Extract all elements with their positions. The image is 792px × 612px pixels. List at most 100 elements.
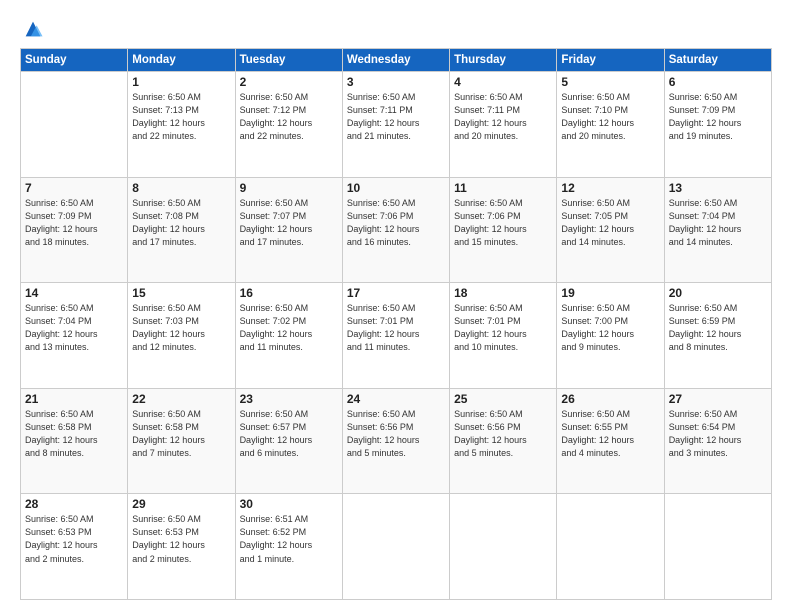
calendar-cell: 20 Sunrise: 6:50 AMSunset: 6:59 PMDayligh… [664,283,771,389]
day-number: 17 [347,286,445,300]
calendar-cell: 11 Sunrise: 6:50 AMSunset: 7:06 PMDayligh… [450,177,557,283]
calendar-cell: 29 Sunrise: 6:50 AMSunset: 6:53 PMDayligh… [128,494,235,600]
calendar-cell: 21 Sunrise: 6:50 AMSunset: 6:58 PMDayligh… [21,388,128,494]
day-number: 9 [240,181,338,195]
day-number: 11 [454,181,552,195]
day-info: Sunrise: 6:50 AMSunset: 7:03 PMDaylight:… [132,302,230,354]
day-number: 13 [669,181,767,195]
day-number: 22 [132,392,230,406]
calendar-cell: 18 Sunrise: 6:50 AMSunset: 7:01 PMDayligh… [450,283,557,389]
day-number: 7 [25,181,123,195]
calendar-cell: 7 Sunrise: 6:50 AMSunset: 7:09 PMDaylight… [21,177,128,283]
calendar-cell: 23Sunrise: 6:50 AMSunset: 6:57 PMDayligh… [235,388,342,494]
day-of-week-friday: Friday [557,49,664,72]
day-number: 14 [25,286,123,300]
day-info: Sunrise: 6:50 AMSunset: 6:59 PMDaylight:… [669,302,767,354]
day-info: Sunrise: 6:50 AMSunset: 7:09 PMDaylight:… [669,91,767,143]
day-number: 21 [25,392,123,406]
calendar-cell: 17 Sunrise: 6:50 AMSunset: 7:01 PMDayligh… [342,283,449,389]
day-number: 18 [454,286,552,300]
day-info: Sunrise: 6:50 AMSunset: 6:53 PMDaylight:… [132,513,230,565]
calendar-cell [21,72,128,178]
day-number: 29 [132,497,230,511]
calendar-week-1: 1Sunrise: 6:50 AMSunset: 7:13 PMDaylight… [21,72,772,178]
calendar-week-4: 21 Sunrise: 6:50 AMSunset: 6:58 PMDayligh… [21,388,772,494]
calendar-cell: 2Sunrise: 6:50 AMSunset: 7:12 PMDaylight… [235,72,342,178]
day-number: 4 [454,75,552,89]
day-info: Sunrise: 6:50 AMSunset: 7:02 PMDaylight:… [240,302,338,354]
day-info: Sunrise: 6:50 AMSunset: 7:01 PMDaylight:… [347,302,445,354]
day-info: Sunrise: 6:50 AMSunset: 7:05 PMDaylight:… [561,197,659,249]
day-number: 19 [561,286,659,300]
day-info: Sunrise: 6:50 AMSunset: 7:04 PMDaylight:… [25,302,123,354]
calendar-week-5: 28Sunrise: 6:50 AMSunset: 6:53 PMDayligh… [21,494,772,600]
day-info: Sunrise: 6:50 AMSunset: 6:58 PMDaylight:… [132,408,230,460]
calendar-cell: 30 Sunrise: 6:51 AMSunset: 6:52 PMDayligh… [235,494,342,600]
header [20,18,772,40]
day-info: Sunrise: 6:50 AMSunset: 7:11 PMDaylight:… [347,91,445,143]
day-of-week-saturday: Saturday [664,49,771,72]
day-info: Sunrise: 6:50 AMSunset: 7:11 PMDaylight:… [454,91,552,143]
day-number: 23 [240,392,338,406]
day-number: 25 [454,392,552,406]
day-number: 3 [347,75,445,89]
day-info: Sunrise: 6:50 AMSunset: 7:06 PMDaylight:… [454,197,552,249]
calendar-cell [450,494,557,600]
day-info: Sunrise: 6:50 AMSunset: 7:04 PMDaylight:… [669,197,767,249]
logo [20,22,44,40]
day-info: Sunrise: 6:50 AMSunset: 7:00 PMDaylight:… [561,302,659,354]
calendar-cell: 9 Sunrise: 6:50 AMSunset: 7:07 PMDaylight… [235,177,342,283]
day-number: 5 [561,75,659,89]
day-info: Sunrise: 6:50 AMSunset: 6:53 PMDaylight:… [25,513,123,565]
day-number: 20 [669,286,767,300]
day-of-week-tuesday: Tuesday [235,49,342,72]
calendar-week-2: 7 Sunrise: 6:50 AMSunset: 7:09 PMDaylight… [21,177,772,283]
day-number: 24 [347,392,445,406]
calendar-cell: 1Sunrise: 6:50 AMSunset: 7:13 PMDaylight… [128,72,235,178]
calendar-cell: 22 Sunrise: 6:50 AMSunset: 6:58 PMDayligh… [128,388,235,494]
calendar-header-row: SundayMondayTuesdayWednesdayThursdayFrid… [21,49,772,72]
day-info: Sunrise: 6:50 AMSunset: 7:01 PMDaylight:… [454,302,552,354]
day-info: Sunrise: 6:51 AMSunset: 6:52 PMDaylight:… [240,513,338,565]
day-number: 8 [132,181,230,195]
day-of-week-thursday: Thursday [450,49,557,72]
calendar-cell: 4 Sunrise: 6:50 AMSunset: 7:11 PMDaylight… [450,72,557,178]
day-info: Sunrise: 6:50 AMSunset: 7:09 PMDaylight:… [25,197,123,249]
day-of-week-sunday: Sunday [21,49,128,72]
day-of-week-wednesday: Wednesday [342,49,449,72]
day-number: 26 [561,392,659,406]
calendar-cell: 15 Sunrise: 6:50 AMSunset: 7:03 PMDayligh… [128,283,235,389]
calendar-cell: 3 Sunrise: 6:50 AMSunset: 7:11 PMDaylight… [342,72,449,178]
day-info: Sunrise: 6:50 AMSunset: 7:07 PMDaylight:… [240,197,338,249]
calendar-cell: 27 Sunrise: 6:50 AMSunset: 6:54 PMDayligh… [664,388,771,494]
calendar-cell [342,494,449,600]
page: SundayMondayTuesdayWednesdayThursdayFrid… [0,0,792,612]
calendar-cell: 5Sunrise: 6:50 AMSunset: 7:10 PMDaylight… [557,72,664,178]
calendar-table: SundayMondayTuesdayWednesdayThursdayFrid… [20,48,772,600]
calendar-cell: 10 Sunrise: 6:50 AMSunset: 7:06 PMDayligh… [342,177,449,283]
day-info: Sunrise: 6:50 AMSunset: 6:56 PMDaylight:… [347,408,445,460]
day-number: 12 [561,181,659,195]
day-number: 6 [669,75,767,89]
calendar-cell: 24 Sunrise: 6:50 AMSunset: 6:56 PMDayligh… [342,388,449,494]
day-info: Sunrise: 6:50 AMSunset: 6:54 PMDaylight:… [669,408,767,460]
calendar-cell: 14 Sunrise: 6:50 AMSunset: 7:04 PMDayligh… [21,283,128,389]
calendar-cell [557,494,664,600]
calendar-cell [664,494,771,600]
day-info: Sunrise: 6:50 AMSunset: 7:08 PMDaylight:… [132,197,230,249]
day-info: Sunrise: 6:50 AMSunset: 6:55 PMDaylight:… [561,408,659,460]
day-number: 15 [132,286,230,300]
logo-icon [22,18,44,40]
calendar-cell: 6 Sunrise: 6:50 AMSunset: 7:09 PMDaylight… [664,72,771,178]
day-number: 27 [669,392,767,406]
day-info: Sunrise: 6:50 AMSunset: 6:56 PMDaylight:… [454,408,552,460]
calendar-cell: 25 Sunrise: 6:50 AMSunset: 6:56 PMDayligh… [450,388,557,494]
day-info: Sunrise: 6:50 AMSunset: 6:58 PMDaylight:… [25,408,123,460]
day-number: 30 [240,497,338,511]
day-number: 10 [347,181,445,195]
day-info: Sunrise: 6:50 AMSunset: 7:13 PMDaylight:… [132,91,230,143]
calendar-cell: 28Sunrise: 6:50 AMSunset: 6:53 PMDayligh… [21,494,128,600]
day-number: 2 [240,75,338,89]
day-info: Sunrise: 6:50 AMSunset: 7:06 PMDaylight:… [347,197,445,249]
calendar-week-3: 14 Sunrise: 6:50 AMSunset: 7:04 PMDayligh… [21,283,772,389]
